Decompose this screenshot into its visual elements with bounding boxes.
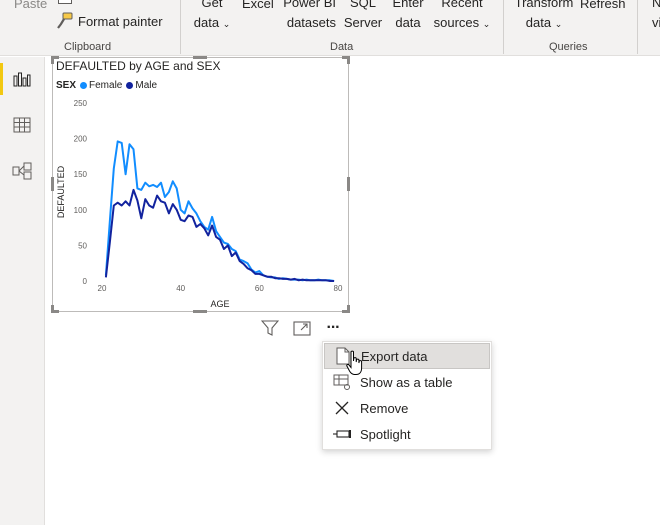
- paste-button[interactable]: Paste: [14, 0, 47, 11]
- ribbon-separator: [503, 0, 504, 54]
- resize-handle[interactable]: [51, 305, 54, 313]
- ribbon-separator: [180, 0, 181, 54]
- partial-line2: vi: [652, 15, 660, 30]
- legend-item-female[interactable]: Female: [80, 80, 122, 91]
- filter-icon: [261, 319, 279, 336]
- data-group-label: Data: [330, 41, 354, 53]
- legend-title: SEX: [56, 80, 77, 91]
- legend-marker: [80, 81, 88, 89]
- chart-title: DEFAULTED by AGE and SEX: [56, 59, 221, 73]
- menu-label: Remove: [360, 400, 409, 416]
- remove-icon: [324, 396, 360, 420]
- copy-icon[interactable]: [58, 0, 72, 4]
- recent-sources-line2: sources: [433, 15, 480, 30]
- ribbon: Paste Format painter Clipboard Get data …: [0, 0, 660, 56]
- resize-handle[interactable]: [51, 56, 54, 64]
- resize-handle[interactable]: [347, 177, 350, 191]
- filter-button[interactable]: [260, 318, 280, 338]
- resize-handle[interactable]: [347, 305, 350, 313]
- format-painter-icon: [57, 12, 73, 29]
- legend-item-male[interactable]: Male: [126, 80, 157, 91]
- queries-group-label: Queries: [549, 41, 588, 53]
- focus-mode-button[interactable]: [292, 318, 312, 338]
- transform-data-button[interactable]: Transform data ⌄: [512, 0, 576, 30]
- get-data-line1: Get: [201, 0, 223, 10]
- chevron-down-icon: ⌄: [482, 19, 491, 29]
- format-painter-button[interactable]: Format painter: [56, 12, 163, 30]
- hand-cursor-icon: [346, 350, 363, 375]
- enter-data-button[interactable]: Enter data: [390, 0, 426, 30]
- spotlight-icon: [324, 422, 360, 446]
- transform-line1: Transform: [514, 0, 574, 10]
- transform-line2: data: [525, 15, 552, 30]
- report-view-button[interactable]: [0, 57, 44, 101]
- menu-label: Show as a table: [360, 374, 453, 390]
- chevron-down-icon: ⌄: [222, 19, 231, 29]
- legend-label: Female: [89, 80, 123, 91]
- active-indicator: [0, 63, 3, 95]
- data-view-button[interactable]: [0, 103, 44, 147]
- chevron-down-icon: ⌄: [554, 19, 563, 29]
- resize-handle[interactable]: [51, 177, 54, 191]
- recent-sources-line1: Recent: [441, 0, 483, 10]
- more-options-button[interactable]: ···: [323, 318, 343, 338]
- menu-item-remove[interactable]: Remove: [324, 395, 490, 421]
- bar-chart-icon: [13, 72, 31, 87]
- menu-label: Spotlight: [360, 426, 411, 442]
- enter-data-line1: Enter: [392, 0, 424, 10]
- sql-line2: Server: [343, 15, 383, 30]
- partial-line1: N: [652, 0, 660, 10]
- pbi-datasets-line1: Power BI: [283, 0, 336, 10]
- table-grid-icon: [13, 117, 31, 133]
- line-chart-visual[interactable]: 0 50 100 150 200 250 20 40 60 80 AGE DEFAULTED DEFA…: [51, 56, 350, 313]
- resize-handle[interactable]: [193, 310, 207, 313]
- excel-button[interactable]: Excel: [242, 0, 274, 11]
- power-bi-datasets-button[interactable]: Power BI datasets: [280, 0, 336, 30]
- model-view-button[interactable]: [0, 149, 44, 193]
- menu-item-spotlight[interactable]: Spotlight: [324, 421, 490, 447]
- clipboard-group-label: Clipboard: [64, 41, 112, 53]
- resize-handle[interactable]: [347, 56, 350, 64]
- model-icon: [12, 162, 32, 180]
- format-painter-label: Format painter: [78, 13, 163, 29]
- more-options-icon: ···: [326, 319, 341, 336]
- sql-line1: SQL: [349, 0, 376, 10]
- enter-data-line2: data: [395, 15, 421, 30]
- legend-marker: [126, 81, 134, 89]
- visual-selection-border: [52, 57, 349, 312]
- sql-server-button[interactable]: SQL Server: [342, 0, 384, 30]
- get-data-button[interactable]: Get data ⌄: [190, 0, 234, 30]
- refresh-button[interactable]: Refresh: [580, 0, 626, 11]
- chart-legend: SEX Female Male: [56, 80, 157, 91]
- left-nav: [0, 57, 45, 525]
- ribbon-separator: [637, 0, 638, 54]
- focus-mode-icon: [293, 321, 311, 336]
- pbi-datasets-line2: datasets: [286, 15, 336, 30]
- legend-label: Male: [135, 80, 158, 91]
- recent-sources-button[interactable]: Recent sources ⌄: [432, 0, 492, 30]
- menu-label: Export data: [361, 348, 428, 364]
- get-data-line2: data: [193, 15, 220, 30]
- new-visual-button-partial[interactable]: N vi: [652, 0, 660, 30]
